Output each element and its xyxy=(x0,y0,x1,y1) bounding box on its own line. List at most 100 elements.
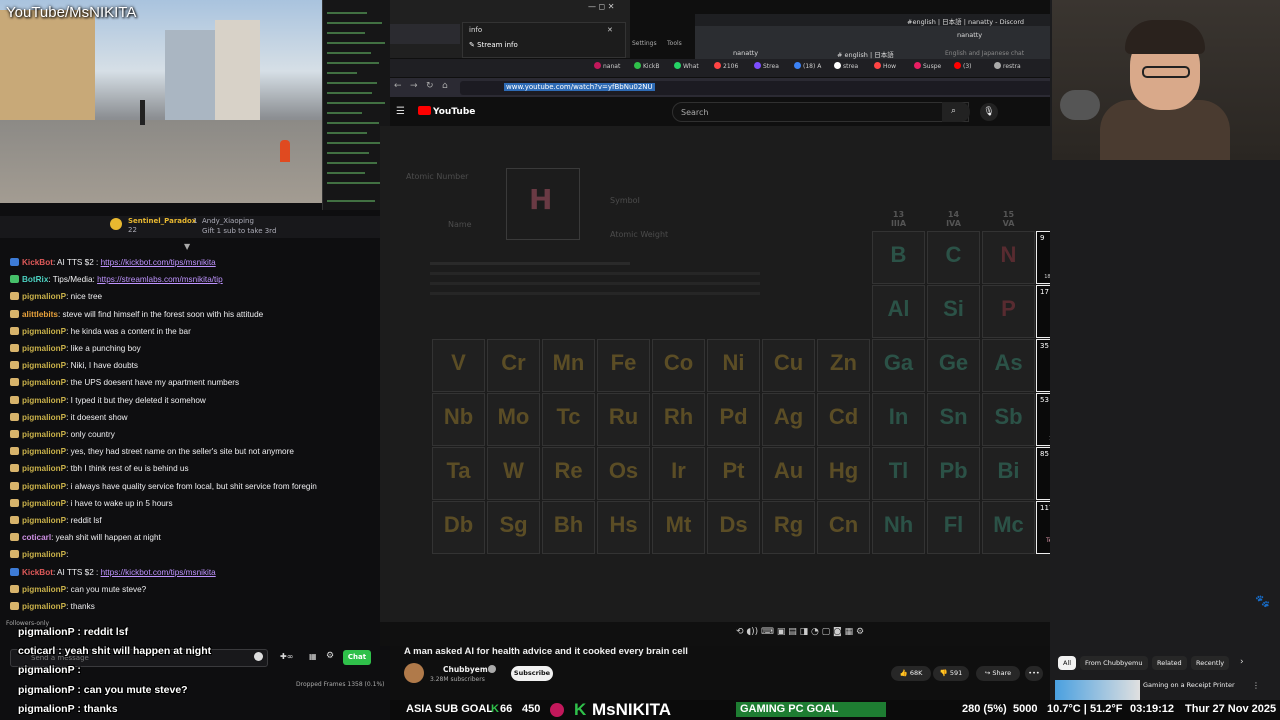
chat-username[interactable]: pigmalionP xyxy=(22,396,66,405)
element-tile: Fl xyxy=(927,501,980,554)
filter-chip[interactable]: From Chubbyemu xyxy=(1080,656,1148,670)
emote-icon[interactable] xyxy=(254,652,263,661)
chat-link[interactable]: https://kickbot.com/tips/msnikita xyxy=(101,568,216,577)
discord-dm-user[interactable]: nanatty xyxy=(733,49,758,57)
youtube-logo[interactable]: YouTube xyxy=(418,106,475,117)
browser-tab[interactable]: strea xyxy=(834,62,858,74)
filter-chip[interactable]: Related xyxy=(1152,656,1187,670)
microphone-icon[interactable]: 🎙 xyxy=(980,103,998,121)
chat-username[interactable]: BotRix xyxy=(22,275,48,284)
more-actions-button[interactable]: ••• xyxy=(1025,666,1043,681)
channel-name[interactable]: Chubbyemu xyxy=(443,665,493,674)
browser-tab[interactable]: (18) A xyxy=(794,62,821,74)
browser-tab[interactable]: What xyxy=(674,62,699,74)
badge-icon xyxy=(10,602,19,610)
element-symbol: As xyxy=(994,350,1023,375)
tab-favicon-icon xyxy=(954,62,961,69)
back-icon[interactable]: ← xyxy=(394,81,402,91)
next-video-thumbnail[interactable] xyxy=(1055,680,1140,700)
dislike-button[interactable]: 👎 591 xyxy=(933,666,969,681)
subscribe-button[interactable]: Subscribe xyxy=(511,666,553,681)
chat-username[interactable]: alittlebits xyxy=(22,310,58,319)
like-button[interactable]: 👍 68K xyxy=(891,666,931,681)
element-symbol: Bh xyxy=(553,512,584,537)
chat-username[interactable]: pigmalionP xyxy=(22,550,66,559)
search-input[interactable]: Search xyxy=(672,102,969,122)
chat-text: : reddit lsf xyxy=(66,516,102,525)
url-field[interactable]: www.youtube.com/watch?v=yfBbNu02NU xyxy=(460,81,1052,95)
close-icon[interactable]: ✕ xyxy=(607,26,613,34)
chat-username[interactable]: pigmalionP xyxy=(22,292,66,301)
chat-username[interactable]: pigmalionP xyxy=(22,464,66,473)
chat-username[interactable]: pigmalionP xyxy=(22,344,66,353)
browser-tab[interactable]: Suspe xyxy=(914,62,941,74)
filter-chip[interactable]: All xyxy=(1058,656,1077,670)
legend-atomic-number: Atomic Number xyxy=(406,172,469,181)
chat-link[interactable]: https://kickbot.com/tips/msnikita xyxy=(101,258,216,267)
element-tile: Ru xyxy=(597,393,650,446)
video-player[interactable]: H Atomic Number Symbol Name Atomic Weigh… xyxy=(380,126,1150,622)
browser-tab[interactable]: Strea xyxy=(754,62,779,74)
chat-username[interactable]: KickBot xyxy=(22,258,53,267)
chat-username[interactable]: pigmalionP xyxy=(22,585,66,594)
browser-tab[interactable]: How xyxy=(874,62,896,74)
browser-tab[interactable]: 2106 xyxy=(714,62,738,74)
reload-icon[interactable]: ↻ xyxy=(426,81,434,91)
discord-window: #‌english | 日本語 | nanatty - Discord nana… xyxy=(695,14,1050,60)
search-button[interactable]: ⌕ xyxy=(942,102,970,122)
gift-icon[interactable]: ✚∞ xyxy=(280,652,293,661)
badge-icon xyxy=(10,309,19,318)
legend-name: Name xyxy=(448,220,472,229)
chat-link[interactable]: https://streamlabs.com/msnikita/tip xyxy=(97,275,223,284)
chat-username[interactable]: coticarl xyxy=(22,533,51,542)
chat-text: : steve will find himself in the forest … xyxy=(57,309,264,319)
element-tile: B xyxy=(872,231,925,284)
chat-username[interactable]: pigmalionP xyxy=(22,361,66,370)
element-symbol: Os xyxy=(608,458,639,483)
element-tile: In xyxy=(872,393,925,446)
next-video-title[interactable]: Gaming on a Receipt Printer xyxy=(1143,681,1235,689)
gear-icon[interactable]: ⚙ xyxy=(326,651,334,661)
forward-icon[interactable]: → xyxy=(410,81,418,91)
filter-chip[interactable]: Recently xyxy=(1191,656,1230,670)
chevron-right-icon[interactable]: › xyxy=(1240,657,1244,667)
player-control-icons[interactable]: ⟲ ◖)) ⌨ ▣ ▤ ◨ ◔ ▢ ◙ ▦ ⚙ xyxy=(736,627,864,637)
chat-username[interactable]: pigmalionP xyxy=(22,482,66,491)
menu-icon[interactable]: ☰ xyxy=(396,106,405,117)
chat-username[interactable]: pigmalionP xyxy=(22,327,66,336)
chat-username[interactable]: pigmalionP xyxy=(22,447,66,456)
chat-username[interactable]: pigmalionP xyxy=(22,516,66,525)
discord-channel[interactable]: # english | 日本語 xyxy=(837,49,894,59)
element-symbol: Cr xyxy=(501,350,526,375)
tools-menu[interactable]: Tools xyxy=(667,40,682,47)
browser-tab[interactable]: restra xyxy=(994,62,1021,74)
element-symbol: Pt xyxy=(722,458,745,483)
chat-username[interactable]: pigmalionP xyxy=(22,378,66,387)
chat-username[interactable]: pigmalionP xyxy=(22,499,66,508)
settings-menu[interactable]: Settings xyxy=(632,40,657,47)
share-button[interactable]: ↪ Share xyxy=(976,666,1020,681)
chat-username[interactable]: pigmalionP xyxy=(22,413,66,422)
chat-username[interactable]: pigmalionP xyxy=(22,430,66,439)
chat-text: : only country xyxy=(66,430,115,439)
calendar-icon[interactable]: ▦ xyxy=(309,652,317,661)
browser-tab[interactable]: (3) xyxy=(954,62,972,74)
home-icon[interactable]: ⌂ xyxy=(442,81,448,91)
category-legend xyxy=(430,262,770,304)
chat-text: : yeah shit will happen at night xyxy=(51,533,161,543)
chat-send-button[interactable]: Chat xyxy=(343,650,371,665)
chat-text: : AI TTS $2 : xyxy=(52,567,101,577)
element-number: 53 xyxy=(1040,396,1049,404)
scroll-down-icon[interactable]: ▼ xyxy=(184,242,190,251)
browser-tab[interactable]: nanat xyxy=(594,62,620,74)
channel-avatar[interactable] xyxy=(404,663,424,683)
more-vert-icon[interactable]: ⋮ xyxy=(1252,681,1260,690)
browser-tab[interactable]: KickB xyxy=(634,62,660,74)
overlay-chat-line: pigmalionP : thanks xyxy=(18,703,118,715)
chat-username[interactable]: pigmalionP xyxy=(22,602,66,611)
window-controls[interactable]: — ◻ ✕ xyxy=(588,2,614,11)
element-tile: Cr xyxy=(487,339,540,392)
badge-icon xyxy=(10,412,19,421)
glasses xyxy=(1142,66,1190,78)
chat-username[interactable]: KickBot xyxy=(22,568,53,577)
